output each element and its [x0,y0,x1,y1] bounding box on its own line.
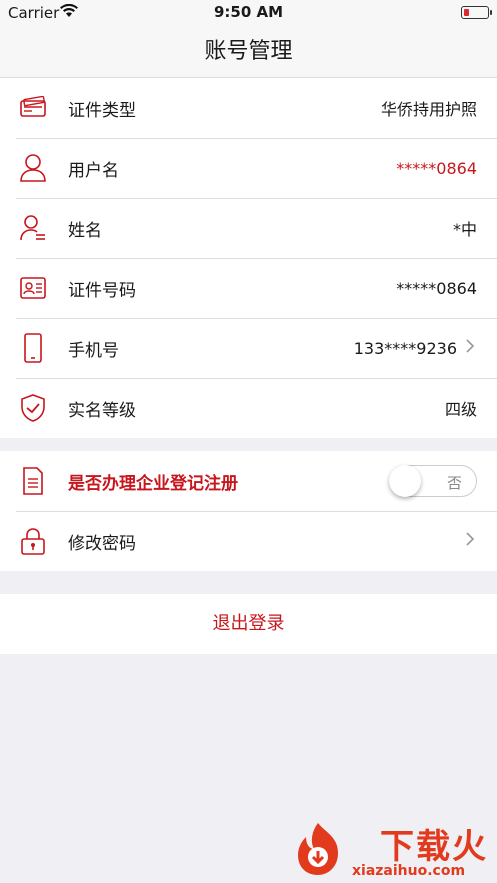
id-type-value: 华侨持用护照 [380,100,477,119]
battery-icon [461,6,492,19]
row-phone[interactable]: 手机号 133****9236 [0,318,497,378]
row-id-number: 证件号码 *****0864 [0,258,497,318]
row-username: 用户名 *****0864 [0,138,497,198]
chevron-right-icon [465,338,475,358]
logout-button[interactable]: 退出登录 [0,594,497,654]
status-bar: Carrier 9:50 AM [0,0,497,26]
enterprise-registration-label: 是否办理企业登记注册 [68,473,238,494]
settings-group: 是否办理企业登记注册 否 修改密码 [0,451,497,571]
row-enterprise-registration: 是否办理企业登记注册 否 [0,451,497,511]
account-info-group: 证件类型 华侨持用护照 用户名 *****0864 姓名 *中 证件号码 ***… [0,78,497,438]
shield-check-icon [16,391,50,425]
username-label: 用户名 [68,160,119,181]
row-id-type: 证件类型 华侨持用护照 [0,78,497,138]
user-icon [16,151,50,185]
phone-value: 133****9236 [353,338,457,358]
flame-logo-icon [298,823,338,875]
document-icon [16,464,50,498]
enterprise-registration-toggle[interactable]: 否 [389,465,477,497]
name-value: *中 [452,220,477,239]
id-type-label: 证件类型 [68,100,136,121]
name-label: 姓名 [68,220,102,241]
clock: 9:50 AM [213,3,284,21]
page-title: 账号管理 [0,26,497,78]
watermark: 下载火 xiazaihuo.com [288,817,493,883]
watermark-brand: 下载火 [380,827,488,867]
watermark-url: xiazaihuo.com [352,863,466,879]
id-number-label: 证件号码 [68,280,136,301]
change-password-label: 修改密码 [68,533,136,554]
row-change-password[interactable]: 修改密码 [0,511,497,571]
verification-level-value: 四级 [444,400,477,419]
toggle-knob [389,465,421,497]
phone-icon [16,331,50,365]
id-card-icon [16,91,50,125]
chevron-right-icon [465,531,475,551]
id-badge-icon [16,271,50,305]
row-verification-level: 实名等级 四级 [0,378,497,438]
lock-icon [16,524,50,558]
username-value: *****0864 [396,158,477,178]
person-list-icon [16,211,50,245]
verification-level-label: 实名等级 [68,400,136,421]
row-name: 姓名 *中 [0,198,497,258]
id-number-value: *****0864 [396,278,477,298]
phone-label: 手机号 [68,340,119,361]
toggle-text: 否 [446,474,462,492]
